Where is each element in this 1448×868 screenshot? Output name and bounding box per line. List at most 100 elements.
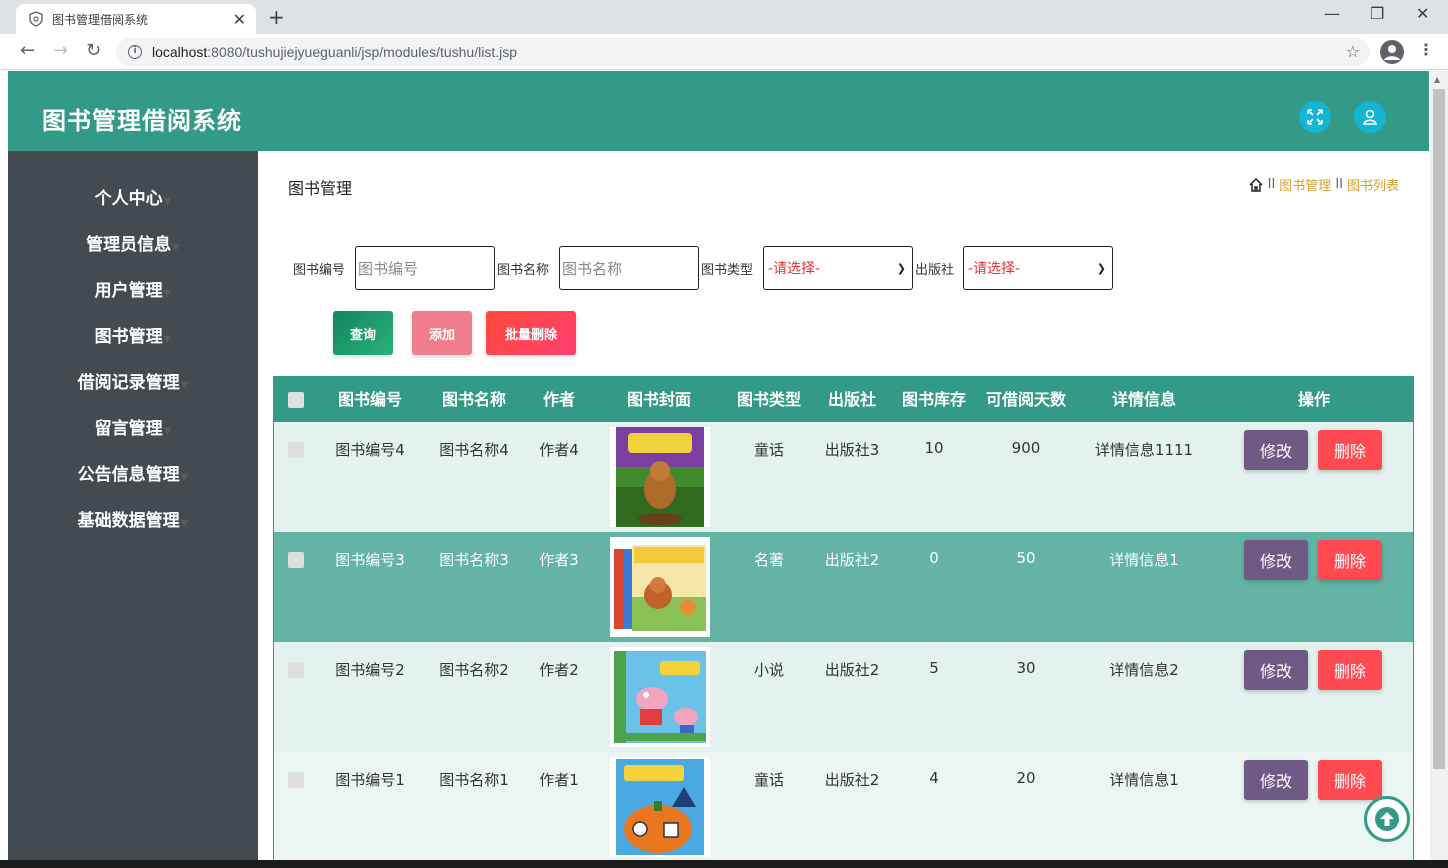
book-type-cell: 小说 <box>753 661 784 679</box>
book-table: 图书编号 图书名称 作者 图书封面 图书类型 出版社 图书库存 可借阅天数 详情… <box>273 376 1414 868</box>
author-cell: 作者4 <box>539 441 579 459</box>
column-header: 图书库存 <box>901 390 966 409</box>
author-cell: 作者1 <box>539 771 579 789</box>
new-tab-icon[interactable]: + <box>268 5 285 29</box>
breadcrumb-book-list[interactable]: 图书列表 <box>1347 175 1399 194</box>
caret-down-icon: ▼ <box>180 472 189 483</box>
sidebar-item-notices[interactable]: 公告信息管理▼ <box>8 460 258 485</box>
publisher-label: 出版社 <box>915 263 955 278</box>
restore-icon[interactable]: ❐ <box>1370 4 1384 23</box>
user-icon <box>1363 109 1377 125</box>
book-no-cell: 图书编号1 <box>335 771 405 789</box>
column-header: 作者 <box>542 390 575 409</box>
delete-button[interactable]: 删除 <box>1318 430 1382 470</box>
star-icon[interactable]: ☆ <box>1346 42 1360 61</box>
caret-down-icon: ▼ <box>180 380 189 391</box>
book-no-cell: 图书编号3 <box>335 551 405 569</box>
add-button[interactable]: 添加 <box>412 311 472 355</box>
chevron-down-icon: ❯ <box>1096 261 1106 275</box>
book-no-cell: 图书编号4 <box>335 441 405 459</box>
caret-down-icon: ▼ <box>172 242 180 253</box>
detail-cell: 详情信息1111 <box>1094 441 1194 459</box>
book-name-input[interactable]: 图书名称 <box>559 246 699 290</box>
menu-icon[interactable]: ⋮ <box>1418 40 1434 59</box>
book-type-label: 图书类型 <box>701 263 754 278</box>
row-checkbox[interactable] <box>288 442 304 458</box>
address-bar[interactable]: i localhost:8080/tushujiejyueguanli/jsp/… <box>116 38 1370 66</box>
browser-toolbar: ← → ↻ i localhost:8080/tushujiejyueguanl… <box>0 34 1448 70</box>
book-no-cell: 图书编号2 <box>335 661 405 679</box>
edit-button[interactable]: 修改 <box>1244 430 1308 470</box>
breadcrumb-books[interactable]: 图书管理 <box>1279 175 1331 194</box>
book-cover-image <box>610 647 710 747</box>
delete-button[interactable]: 删除 <box>1318 650 1382 690</box>
forward-icon[interactable]: → <box>53 40 68 61</box>
edit-button[interactable]: 修改 <box>1244 540 1308 580</box>
back-to-top-button[interactable] <box>1364 796 1410 842</box>
browser-tab-bar: 图书管理借阅系统 ✕ + — ❐ ✕ <box>0 0 1448 34</box>
delete-button[interactable]: 删除 <box>1318 540 1382 580</box>
scroll-up-icon[interactable]: ▲ <box>1434 75 1440 84</box>
arrow-up-icon <box>1375 807 1399 831</box>
vertical-scrollbar[interactable]: ▲ <box>1430 71 1448 868</box>
sidebar-item-admin[interactable]: 管理员信息▼ <box>8 230 258 255</box>
home-icon[interactable] <box>1248 177 1264 193</box>
publisher-select[interactable]: -请选择- ❯ <box>963 246 1113 290</box>
book-no-label: 图书编号 <box>293 263 346 278</box>
fullscreen-button[interactable] <box>1299 101 1331 133</box>
select-all-checkbox[interactable] <box>288 392 304 408</box>
sidebar-item-profile[interactable]: 个人中心▼ <box>8 184 258 209</box>
batch-delete-button[interactable]: 批量删除 <box>486 311 576 355</box>
back-icon[interactable]: ← <box>20 40 35 61</box>
table-row: 图书编号1 图书名称1 作者1 童话 出版社2 4 20 详情信息1 修改 删除 <box>274 752 1413 862</box>
minimize-icon[interactable]: — <box>1324 4 1340 23</box>
row-checkbox[interactable] <box>288 772 304 788</box>
sidebar-item-books[interactable]: 图书管理▼ <box>8 322 258 347</box>
book-name-label: 图书名称 <box>497 263 550 278</box>
publisher-cell: 出版社2 <box>824 661 880 679</box>
sidebar-item-borrow-records[interactable]: 借阅记录管理▼ <box>8 368 258 393</box>
book-name-cell: 图书名称4 <box>439 441 509 459</box>
book-cover-image <box>610 757 710 857</box>
delete-button[interactable]: 删除 <box>1318 760 1382 800</box>
query-button[interactable]: 查询 <box>333 311 393 355</box>
book-type-cell: 童话 <box>753 441 784 459</box>
stock-cell: 4 <box>929 769 939 787</box>
row-checkbox[interactable] <box>288 552 304 568</box>
reload-icon[interactable]: ↻ <box>86 40 101 61</box>
sidebar-item-base-data[interactable]: 基础数据管理▼ <box>8 506 258 531</box>
profile-icon[interactable] <box>1380 40 1404 64</box>
table-row: 图书编号3 图书名称3 作者3 名著 出版社2 0 50 详情信息1 修改 删除 <box>274 532 1413 642</box>
sidebar-item-messages[interactable]: 留言管理▼ <box>8 414 258 439</box>
caret-down-icon: ▼ <box>180 518 189 529</box>
book-name-cell: 图书名称3 <box>439 551 509 569</box>
edit-button[interactable]: 修改 <box>1244 650 1308 690</box>
book-name-cell: 图书名称1 <box>439 771 509 789</box>
info-icon[interactable]: i <box>128 45 142 59</box>
window-close-icon[interactable]: ✕ <box>1416 4 1429 23</box>
stock-cell: 0 <box>929 549 939 567</box>
main-content: 图书管理 II 图书管理 II 图书列表 图书编号 图书编号 图书名称 图书名称… <box>258 151 1429 868</box>
column-header: 操作 <box>1297 390 1330 409</box>
sidebar-item-users[interactable]: 用户管理▼ <box>8 276 258 301</box>
shield-icon <box>29 11 43 27</box>
row-checkbox[interactable] <box>288 662 304 678</box>
table-header: 图书编号 图书名称 作者 图书封面 图书类型 出版社 图书库存 可借阅天数 详情… <box>274 377 1413 422</box>
publisher-cell: 出版社2 <box>824 551 880 569</box>
borrow-days-cell: 50 <box>1016 549 1036 567</box>
user-button[interactable] <box>1354 101 1386 133</box>
edit-button[interactable]: 修改 <box>1244 760 1308 800</box>
detail-cell: 详情信息2 <box>1109 661 1179 679</box>
scrollbar-thumb[interactable] <box>1433 89 1445 769</box>
column-header: 图书类型 <box>736 390 801 409</box>
book-cover-image <box>610 427 710 527</box>
column-header: 图书封面 <box>626 390 691 409</box>
book-no-input[interactable]: 图书编号 <box>355 246 495 290</box>
book-type-select[interactable]: -请选择- ❯ <box>763 246 913 290</box>
app-header: 图书管理借阅系统 <box>8 71 1429 151</box>
close-icon[interactable]: ✕ <box>233 10 246 29</box>
url-text: localhost:8080/tushujiejyueguanli/jsp/mo… <box>152 44 518 60</box>
browser-tab[interactable]: 图书管理借阅系统 ✕ <box>16 4 256 34</box>
table-row: 图书编号4 图书名称4 作者4 童话 出版社3 10 900 详情信息1111 … <box>274 422 1413 532</box>
borrow-days-cell: 900 <box>1011 439 1041 457</box>
